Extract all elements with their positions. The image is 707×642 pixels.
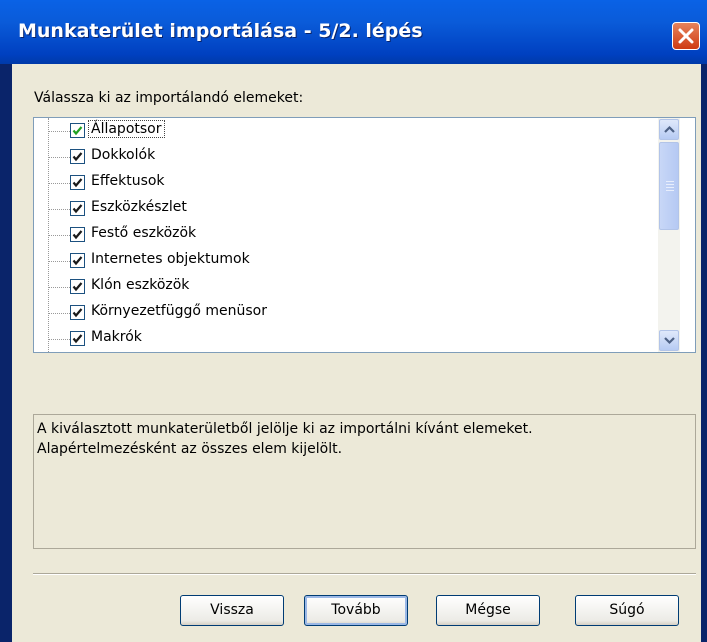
vertical-scrollbar[interactable] bbox=[658, 118, 680, 352]
checkbox[interactable] bbox=[70, 253, 85, 268]
checkbox[interactable] bbox=[70, 279, 85, 294]
grip-line bbox=[666, 181, 674, 182]
checkbox[interactable] bbox=[70, 123, 85, 138]
title-bar[interactable]: Munkaterület importálása - 5/2. lépés bbox=[0, 0, 707, 64]
next-button[interactable]: Tovább bbox=[304, 595, 408, 626]
close-button[interactable] bbox=[672, 22, 700, 50]
item-label: Dokkolók bbox=[91, 147, 156, 163]
tree-connector bbox=[48, 235, 70, 236]
item-label: Állapotsor bbox=[88, 120, 165, 138]
checkbox[interactable] bbox=[70, 305, 85, 320]
checkmark-icon bbox=[72, 178, 83, 188]
description-line: Alapértelmezésként az összes elem kijelö… bbox=[37, 441, 343, 457]
chevron-down-icon bbox=[664, 337, 675, 345]
grip-line bbox=[666, 184, 674, 185]
tree-connector bbox=[48, 313, 70, 314]
checkmark-icon bbox=[72, 204, 83, 214]
list-item[interactable]: Internetes objektumok bbox=[34, 248, 654, 274]
tree-connector bbox=[48, 131, 70, 132]
item-label: Internetes objektumok bbox=[91, 251, 250, 267]
list-item[interactable]: Festő eszközök bbox=[34, 222, 654, 248]
item-label: Festő eszközök bbox=[91, 225, 197, 241]
checkmark-icon bbox=[72, 256, 83, 266]
back-button[interactable]: Vissza bbox=[180, 595, 284, 626]
scroll-up-button[interactable] bbox=[659, 119, 679, 140]
tree-connector bbox=[48, 183, 70, 184]
checkbox[interactable] bbox=[70, 175, 85, 190]
import-workspace-dialog: Munkaterület importálása - 5/2. lépés Vá… bbox=[0, 0, 707, 642]
list-item[interactable]: Makrók bbox=[34, 326, 654, 352]
description-box: A kiválasztott munkaterületből jelölje k… bbox=[33, 414, 696, 549]
scroll-thumb[interactable] bbox=[659, 142, 679, 230]
list-item[interactable]: Dokkolók bbox=[34, 144, 654, 170]
grip-line bbox=[666, 187, 674, 188]
dialog-body: Válassza ki az importálandó elemeket: Ál… bbox=[12, 64, 701, 642]
grip-line bbox=[666, 190, 674, 191]
tree-connector bbox=[48, 287, 70, 288]
tree-connector bbox=[48, 261, 70, 262]
items-tree-list[interactable]: Állapotsor Dokkolók Effektusok Eszközkés… bbox=[33, 117, 696, 353]
checkbox[interactable] bbox=[70, 149, 85, 164]
scroll-down-button[interactable] bbox=[659, 330, 679, 351]
checkmark-icon bbox=[72, 334, 83, 344]
help-button[interactable]: Súgó bbox=[575, 595, 679, 626]
list-item[interactable]: Eszközkészlet bbox=[34, 196, 654, 222]
checkbox[interactable] bbox=[70, 331, 85, 346]
item-label: Effektusok bbox=[91, 173, 165, 189]
item-label: Környezetfüggő menüsor bbox=[91, 303, 267, 319]
item-label: Klón eszközök bbox=[91, 277, 190, 293]
checkmark-icon bbox=[72, 282, 83, 292]
item-label: Makrók bbox=[91, 329, 142, 345]
item-label: Eszközkészlet bbox=[91, 199, 187, 215]
list-item[interactable]: Állapotsor bbox=[34, 118, 654, 144]
checkmark-icon bbox=[72, 126, 83, 136]
list-item[interactable]: Effektusok bbox=[34, 170, 654, 196]
tree-connector bbox=[48, 209, 70, 210]
chevron-up-icon bbox=[664, 125, 675, 133]
cancel-button[interactable]: Mégse bbox=[436, 595, 540, 626]
window-title: Munkaterület importálása - 5/2. lépés bbox=[18, 20, 423, 42]
checkmark-icon bbox=[72, 308, 83, 318]
divider bbox=[33, 573, 696, 575]
tree-connector bbox=[48, 157, 70, 158]
list-item[interactable]: Környezetfüggő menüsor bbox=[34, 300, 654, 326]
list-item[interactable]: Klón eszközök bbox=[34, 274, 654, 300]
checkmark-icon bbox=[72, 152, 83, 162]
checkbox[interactable] bbox=[70, 227, 85, 242]
checkbox[interactable] bbox=[70, 201, 85, 216]
description-line: A kiválasztott munkaterületből jelölje k… bbox=[37, 421, 533, 437]
tree-connector bbox=[48, 339, 70, 340]
close-icon bbox=[678, 28, 694, 44]
prompt-label: Válassza ki az importálandó elemeket: bbox=[34, 90, 304, 106]
checkmark-icon bbox=[72, 230, 83, 240]
